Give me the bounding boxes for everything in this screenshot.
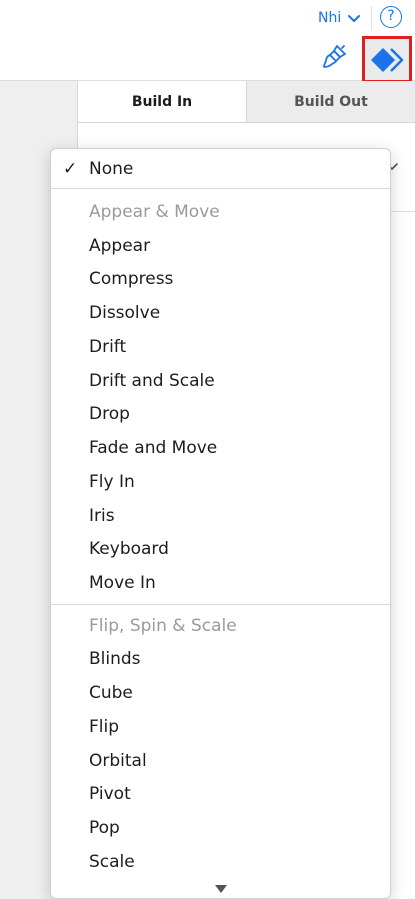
- menu-item-label: Flip: [89, 716, 120, 737]
- menu-item-scale[interactable]: Scale: [51, 845, 390, 878]
- help-button[interactable]: ?: [380, 6, 402, 28]
- menu-item-label: Move In: [89, 572, 156, 593]
- menu-separator: [51, 188, 390, 189]
- menu-item-flip[interactable]: Flip: [51, 710, 390, 743]
- build-tabs: Build In Build Out: [78, 81, 415, 123]
- menu-item-orbital[interactable]: Orbital: [51, 744, 390, 777]
- menu-item-compress[interactable]: Compress: [51, 262, 390, 295]
- menu-item-label: Fade and Move: [89, 437, 218, 458]
- menu-item-label: Appear: [89, 235, 151, 256]
- menu-group-header: Appear & Move: [51, 195, 390, 228]
- menu-item-label: Blinds: [89, 648, 141, 669]
- scroll-down-arrow-icon[interactable]: [214, 884, 228, 894]
- menu-item-fly-in[interactable]: Fly In: [51, 465, 390, 498]
- menu-item-keyboard[interactable]: Keyboard: [51, 532, 390, 565]
- user-name: Nhi: [318, 10, 342, 26]
- menu-item-label: Compress: [89, 268, 174, 289]
- menu-item-drift-and-scale[interactable]: Drift and Scale: [51, 364, 390, 397]
- top-toolbar: Nhi ?: [0, 0, 415, 83]
- menu-item-none[interactable]: ✓ None: [51, 152, 390, 185]
- menu-item-label: None: [89, 158, 134, 179]
- animate-diamonds-icon: [371, 47, 404, 72]
- menu-item-appear[interactable]: Appear: [51, 229, 390, 262]
- menu-item-label: Pop: [89, 817, 120, 838]
- menu-item-drift[interactable]: Drift: [51, 330, 390, 363]
- effect-dropdown-menu: ✓ None Appear & Move Appear Compress Dis…: [50, 148, 391, 899]
- menu-item-cube[interactable]: Cube: [51, 676, 390, 709]
- menu-item-label: Iris: [89, 505, 115, 526]
- menu-item-label: Dissolve: [89, 302, 161, 323]
- chevron-down-icon: [348, 15, 361, 22]
- menu-item-move-in[interactable]: Move In: [51, 566, 390, 599]
- menu-item-drop[interactable]: Drop: [51, 397, 390, 430]
- menu-item-pivot[interactable]: Pivot: [51, 777, 390, 810]
- animate-button[interactable]: [362, 36, 412, 83]
- menu-group-header-label: Flip, Spin & Scale: [89, 615, 237, 636]
- menu-item-label: Pivot: [89, 783, 131, 804]
- menu-item-label: Keyboard: [89, 538, 169, 559]
- menu-item-fade-and-move[interactable]: Fade and Move: [51, 431, 390, 464]
- menu-item-label: Drop: [89, 403, 130, 424]
- menu-item-label: Cube: [89, 682, 133, 703]
- menu-item-label: Fly In: [89, 471, 135, 492]
- tab-build-out[interactable]: Build Out: [246, 81, 415, 122]
- menu-item-pop[interactable]: Pop: [51, 811, 390, 844]
- user-menu[interactable]: Nhi: [318, 8, 361, 28]
- menu-item-iris[interactable]: Iris: [51, 499, 390, 532]
- menu-group-header-label: Appear & Move: [89, 201, 220, 222]
- toolbar-divider: [371, 6, 372, 30]
- menu-separator: [51, 604, 390, 605]
- tab-build-in[interactable]: Build In: [78, 81, 246, 122]
- menu-item-label: Orbital: [89, 750, 147, 771]
- format-button[interactable]: [320, 42, 350, 72]
- paintbrush-icon: [323, 45, 346, 68]
- menu-item-blinds[interactable]: Blinds: [51, 642, 390, 675]
- menu-item-label: Scale: [89, 851, 135, 872]
- menu-item-label: Drift and Scale: [89, 370, 215, 391]
- menu-group-header: Flip, Spin & Scale: [51, 609, 390, 642]
- checkmark-icon: ✓: [63, 158, 78, 179]
- menu-item-dissolve[interactable]: Dissolve: [51, 296, 390, 329]
- menu-item-label: Drift: [89, 336, 127, 357]
